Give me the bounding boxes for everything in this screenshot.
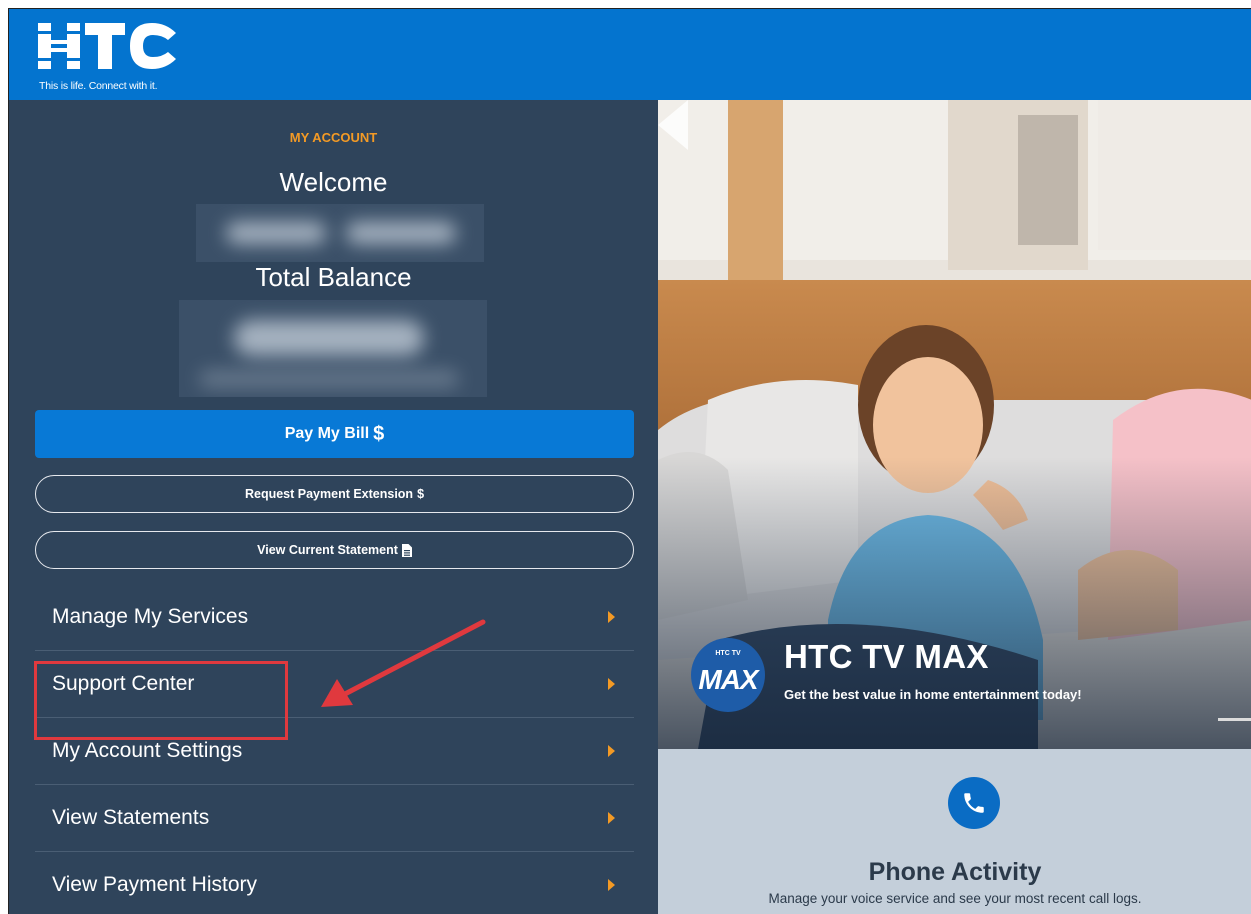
phone-activity-card[interactable]: Phone Activity Manage your voice service…	[658, 749, 1251, 914]
request-payment-extension-label: Request Payment Extension	[244, 487, 414, 501]
carousel-prev-icon[interactable]	[658, 100, 688, 150]
phone-activity-title: Phone Activity	[868, 858, 1042, 886]
badge-small-text: HTC TV	[715, 650, 741, 657]
welcome-label: Welcome	[279, 167, 388, 197]
hero-banner[interactable]: HTC TV MAX HTC TV MAX Get the best value…	[658, 100, 1251, 749]
badge-big-text: MAX	[698, 664, 758, 695]
tv-max-badge-icon: HTC TV MAX	[691, 638, 765, 712]
menu-item-label: Manage My Services	[52, 605, 249, 628]
menu-item-label: View Statements	[52, 806, 210, 829]
pay-my-bill-button[interactable]: Pay My Bill $	[35, 410, 634, 458]
phone-activity-description: Manage your voice service and see your m…	[768, 891, 1142, 906]
carousel-indicator[interactable]	[1218, 718, 1251, 721]
htc-logo[interactable]: This is life. Connect with it.	[27, 23, 197, 93]
menu-item-view-statements[interactable]: View Statements	[35, 785, 634, 852]
logo-tagline: This is life. Connect with it.	[39, 80, 158, 92]
menu-item-label: View Payment History	[52, 873, 258, 896]
hero-title: HTC TV MAX	[784, 638, 989, 675]
annotation-highlight-box	[34, 661, 288, 740]
view-current-statement-label: View Current Statement	[257, 543, 398, 557]
total-balance-label: Total Balance	[255, 262, 412, 292]
hero-subtitle: Get the best value in home entertainment…	[784, 687, 1082, 702]
total-balance-redacted	[179, 300, 487, 397]
menu-item-view-payment-history[interactable]: View Payment History	[35, 852, 634, 914]
customer-name-redacted	[196, 204, 484, 262]
pay-my-bill-label: Pay My Bill	[284, 425, 370, 442]
top-header: This is life. Connect with it.	[9, 9, 1251, 100]
caret-right-icon	[608, 812, 615, 824]
caret-right-icon	[608, 745, 615, 757]
dollar-icon: $	[373, 422, 385, 445]
caret-right-icon	[608, 611, 615, 623]
caret-right-icon	[608, 678, 615, 690]
phone-icon	[948, 777, 1000, 829]
menu-item-label: My Account Settings	[52, 739, 243, 762]
request-payment-extension-button[interactable]: Request Payment Extension $	[35, 475, 634, 513]
annotation-arrow	[321, 619, 486, 707]
document-icon	[401, 543, 412, 557]
htc-logo-mark	[38, 23, 176, 69]
view-current-statement-button[interactable]: View Current Statement	[35, 531, 634, 569]
caret-right-icon	[608, 879, 615, 891]
phone-glyph-icon	[964, 793, 984, 813]
my-account-heading: MY ACCOUNT	[289, 130, 378, 145]
page-frame: This is life. Connect with it. MY ACCOUN…	[8, 8, 1251, 914]
dollar-icon: $	[417, 487, 425, 501]
account-sidebar: MY ACCOUNT Welcome Total Balance Pay My …	[9, 100, 658, 914]
